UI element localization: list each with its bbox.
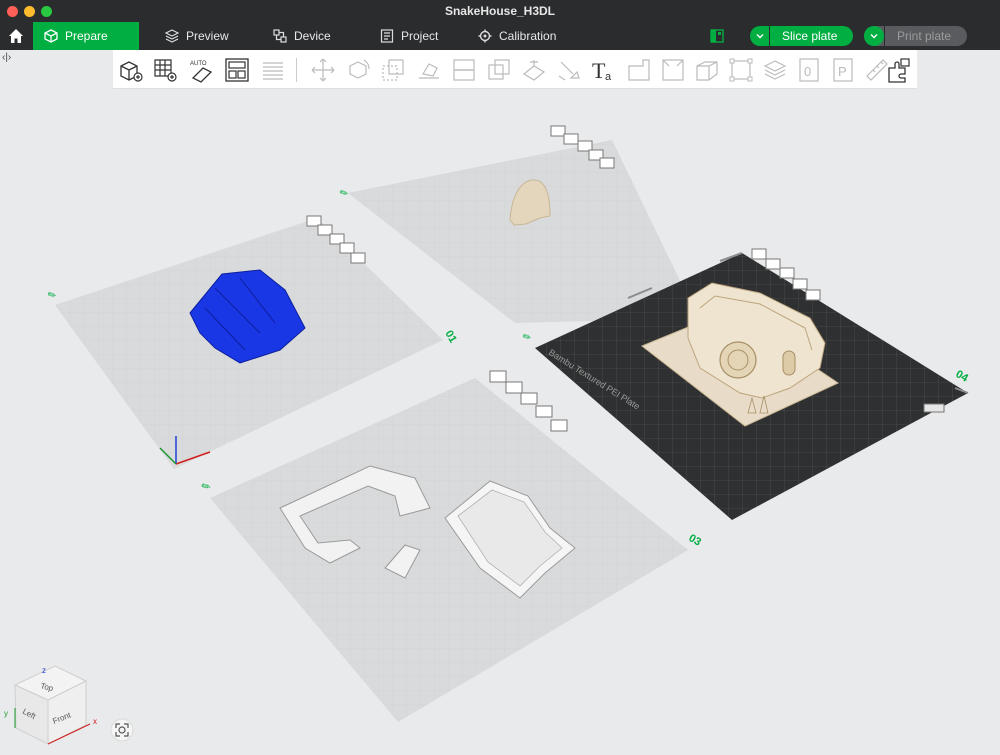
plate-3-close-icon[interactable]: [489, 370, 507, 383]
collapse-sidebar-button[interactable]: ‹|›: [2, 52, 11, 63]
view-cube-axis-y: y: [4, 709, 8, 718]
main-menubar: Prepare Preview Device Project Calibrati…: [0, 22, 1000, 50]
tab-calibration-label: Calibration: [499, 29, 557, 43]
plate-4-edit-icon[interactable]: ✎: [521, 331, 534, 345]
svg-text:T: T: [592, 58, 606, 83]
title-bar: SnakeHouse_H3DL: [0, 0, 1000, 22]
plate-2-auto-icon[interactable]: [563, 133, 579, 145]
arrange-icon[interactable]: [223, 56, 251, 84]
slice-plate-label: Slice plate: [782, 29, 838, 43]
variable-layer-icon[interactable]: [761, 56, 789, 84]
lay-on-face-icon[interactable]: [415, 56, 443, 84]
auto-orient-icon[interactable]: AUTO: [187, 56, 215, 84]
print-plate-label: Print plate: [897, 29, 952, 43]
tab-prepare-label: Prepare: [65, 29, 108, 43]
svg-text:0: 0: [804, 64, 811, 79]
view-cube-axis-z: z: [42, 666, 46, 675]
add-plate-icon[interactable]: [151, 56, 179, 84]
boolean-icon[interactable]: [485, 56, 513, 84]
toolbar-divider: [296, 58, 297, 82]
plate-2-edit-icon[interactable]: ✎: [338, 187, 351, 201]
plate-1-lock-icon[interactable]: [339, 242, 355, 254]
tab-project[interactable]: Project: [369, 22, 448, 50]
rotate-icon[interactable]: [344, 56, 372, 84]
slice-plate-button[interactable]: Slice plate: [750, 26, 853, 46]
plate-4-lock-icon[interactable]: [792, 278, 808, 290]
bounding-box-icon[interactable]: [727, 56, 755, 84]
move-icon[interactable]: [309, 56, 337, 84]
plate-1-edit-icon[interactable]: ✎: [46, 289, 59, 303]
tab-device[interactable]: Device: [262, 22, 341, 50]
plate-3-edit-icon[interactable]: ✎: [200, 480, 214, 495]
home-icon: [9, 29, 23, 43]
tab-device-label: Device: [294, 29, 331, 43]
view-zero-icon[interactable]: 0: [795, 56, 823, 84]
plate-4-auto-icon[interactable]: [765, 258, 781, 270]
cut-icon[interactable]: [450, 56, 478, 84]
scale-icon[interactable]: [379, 56, 407, 84]
text-icon[interactable]: T a: [590, 56, 618, 84]
device-icon: [273, 29, 287, 43]
chevron-down-icon: [870, 34, 878, 39]
home-button[interactable]: [4, 24, 28, 48]
tab-calibration[interactable]: Calibration: [467, 22, 566, 50]
box-icon[interactable]: [693, 56, 721, 84]
plate-3-lock-icon[interactable]: [535, 405, 553, 418]
puzzle-icon[interactable]: [885, 56, 913, 84]
3d-viewport[interactable]: 02 ✎ 01 ✎: [0, 88, 1000, 755]
plate-3-arrange-icon[interactable]: [520, 392, 538, 405]
plate-3-settings-icon[interactable]: [550, 419, 568, 432]
plate-4-number: 04: [954, 368, 971, 385]
tab-preview-label: Preview: [186, 29, 229, 43]
assembly-icon[interactable]: [659, 56, 687, 84]
tab-preview[interactable]: Preview: [154, 22, 239, 50]
add-object-icon[interactable]: [117, 56, 145, 84]
view-cube-axis-x: x: [93, 717, 97, 726]
fit-view-button[interactable]: [110, 718, 134, 742]
slice-dropdown-button[interactable]: [751, 27, 769, 45]
svg-text:a: a: [605, 71, 612, 83]
view-cube[interactable]: Top Left Front y z x: [4, 665, 97, 745]
calibration-icon: [478, 29, 492, 43]
measure-icon[interactable]: [625, 56, 653, 84]
split-icon[interactable]: [259, 56, 287, 84]
document-icon: [380, 29, 394, 43]
tab-project-label: Project: [401, 29, 439, 43]
print-plate-button[interactable]: Print plate: [864, 26, 967, 46]
plate-4-close-icon[interactable]: [751, 248, 767, 260]
plate-1-settings-icon[interactable]: [350, 252, 366, 264]
plate-4-arrange-icon[interactable]: [779, 267, 795, 279]
window-title: SnakeHouse_H3DL: [444, 4, 556, 18]
plate-4-settings-icon[interactable]: [805, 289, 821, 301]
svg-text:AUTO: AUTO: [190, 61, 207, 67]
plate-type-icon[interactable]: P: [829, 56, 857, 84]
plate-1-number: 01: [442, 329, 459, 346]
chevron-down-icon: [756, 34, 764, 39]
sidebar-toggle-icon[interactable]: [710, 29, 724, 43]
layers-icon: [164, 29, 180, 43]
support-paint-icon[interactable]: [520, 56, 548, 84]
plate-2-close-icon[interactable]: [550, 125, 566, 137]
seam-paint-icon[interactable]: [555, 56, 583, 84]
plate-2-settings-icon[interactable]: [599, 157, 615, 169]
plate-3-auto-icon[interactable]: [505, 381, 523, 394]
tool-bar: AUTO T a 0 P: [113, 50, 917, 89]
svg-text:P: P: [838, 64, 847, 79]
print-dropdown-button[interactable]: [864, 26, 884, 46]
tab-prepare[interactable]: Prepare: [33, 22, 139, 50]
plate-3-number: 03: [687, 532, 704, 549]
plate-4-tag-icon: [923, 403, 945, 413]
cube-icon: [44, 29, 58, 43]
